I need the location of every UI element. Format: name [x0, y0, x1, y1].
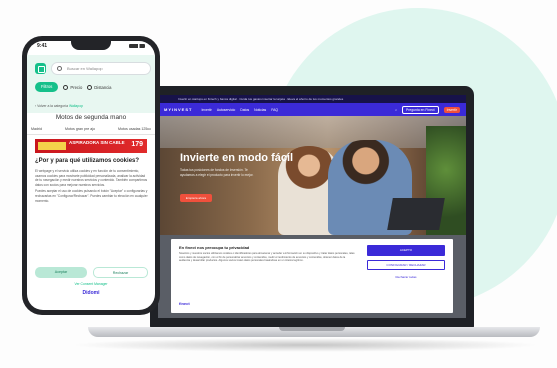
nav-item-noticias[interactable]: Noticias	[254, 108, 266, 112]
hero-shelf	[158, 116, 466, 148]
back-link-text: Volver a la categoría	[37, 104, 68, 108]
cookie-banner-title: En finect nos preocupa tu privacidad	[179, 245, 250, 250]
phone-accept-button[interactable]: Aceptar	[35, 267, 87, 278]
nav-primary-button[interactable]: Invertir	[443, 106, 460, 113]
location-icon	[87, 84, 93, 90]
hero-cta-button[interactable]: Empieza ahora	[180, 194, 212, 202]
phone-screen: 9:41 Buscar en Wallapop Filtros Precio D…	[27, 41, 155, 310]
phone-configure-link[interactable]: Ver Consent Manager	[27, 282, 155, 286]
back-link[interactable]: ‹ Volver a la categoría Wallapop	[35, 104, 83, 108]
app-logo-icon[interactable]	[35, 63, 46, 74]
tab-madrid[interactable]: Madrid	[31, 127, 42, 134]
hero-laptop	[387, 198, 445, 230]
price-icon	[63, 84, 69, 90]
stage: Invertir en startups en fintech y banca …	[0, 0, 557, 368]
status-time: 9:41	[37, 43, 48, 49]
nav-item-faq[interactable]: FAQ	[271, 108, 278, 112]
search-placeholder: Buscar en Wallapop	[67, 66, 103, 71]
cookie-paragraph: Puedes aceptar el uso de cookies pulsand…	[35, 189, 148, 203]
filter-chip-distancia-label: Distancia	[94, 84, 112, 90]
phone-reject-button[interactable]: Rechazar	[93, 267, 148, 278]
search-icon	[57, 66, 62, 71]
cookie-banner-text: Nosotros y nuestros socios utilizamos co…	[179, 252, 355, 263]
section-title: Motos de segunda mano	[55, 114, 127, 121]
phone: 9:41 Buscar en Wallapop Filtros Precio D…	[22, 36, 160, 315]
hero-title: Invierte en modo fácil	[180, 152, 294, 164]
site-logo[interactable]: MYINVEST	[164, 107, 192, 112]
laptop-notch	[279, 327, 345, 331]
promo-bar: Invertir en startups en fintech y banca …	[158, 95, 466, 103]
cookie-configure-button[interactable]: CONFIGURAR / RECHAZAR	[367, 260, 445, 270]
ad-banner[interactable]: ASPIRADORA SIN CABLE 179	[35, 139, 147, 153]
cookie-accept-button[interactable]: ACEPTO	[367, 245, 445, 256]
hero: Invierte en modo fácil Todas tus posicio…	[158, 116, 466, 235]
filter-row: Filtros Precio Distancia	[35, 81, 153, 93]
hero-subtitle: Todas tus posiciones de fondos de Invers…	[180, 168, 254, 177]
nav-item-autoservicio[interactable]: Autoservicio	[217, 108, 235, 112]
search-input[interactable]: Buscar en Wallapop	[51, 62, 151, 75]
filter-chip-precio-label: Precio	[70, 84, 83, 90]
nav-item-invertir[interactable]: Invertir	[201, 108, 211, 112]
battery-icon	[129, 44, 145, 48]
ad-text: ASPIRADORA SIN CABLE	[69, 140, 125, 145]
laptop: Invertir en startups en fintech y banca …	[150, 86, 474, 328]
laptop-screen: Invertir en startups en fintech y banca …	[158, 95, 466, 318]
ad-image	[38, 142, 66, 150]
phone-notch	[71, 41, 111, 50]
filter-chip-precio[interactable]: Precio	[63, 84, 83, 90]
nav-secondary-button[interactable]: Pregunta en Finect	[401, 105, 439, 114]
cookie-body: El webpage y el servicio utiliza cookies…	[35, 169, 149, 205]
cookie-heading: ¿Por y para qué utilizamos cookies?	[35, 158, 140, 164]
cookie-banner: En finect nos preocupa tu privacidad Nos…	[171, 239, 453, 313]
consent-provider-logo: Didomi	[82, 290, 100, 296]
cookie-reject-link[interactable]: Rechazar todas	[367, 275, 445, 279]
site-nav: MYINVEST Invertir Autoservicio Datos Not…	[158, 103, 466, 116]
cookie-banner-logo: finect	[179, 301, 190, 306]
back-link-brand: Wallapop	[68, 104, 83, 108]
search-icon[interactable]: ⌕	[395, 108, 397, 112]
ad-price: 179	[131, 141, 143, 148]
tab-125cc[interactable]: Motos usadas 125cc	[118, 127, 151, 134]
filter-chip-distancia[interactable]: Distancia	[87, 84, 112, 90]
category-tabs: Madrid Motos gran pre ajo Motos usadas 1…	[27, 127, 155, 135]
nav-item-datos[interactable]: Datos	[240, 108, 249, 112]
floor-shadow	[70, 338, 540, 352]
tab-gran-premio[interactable]: Motos gran pre ajo	[65, 127, 95, 134]
cookie-paragraph: El webpage y el servicio utiliza cookies…	[35, 169, 148, 187]
filter-chip-filtros[interactable]: Filtros	[35, 82, 59, 92]
